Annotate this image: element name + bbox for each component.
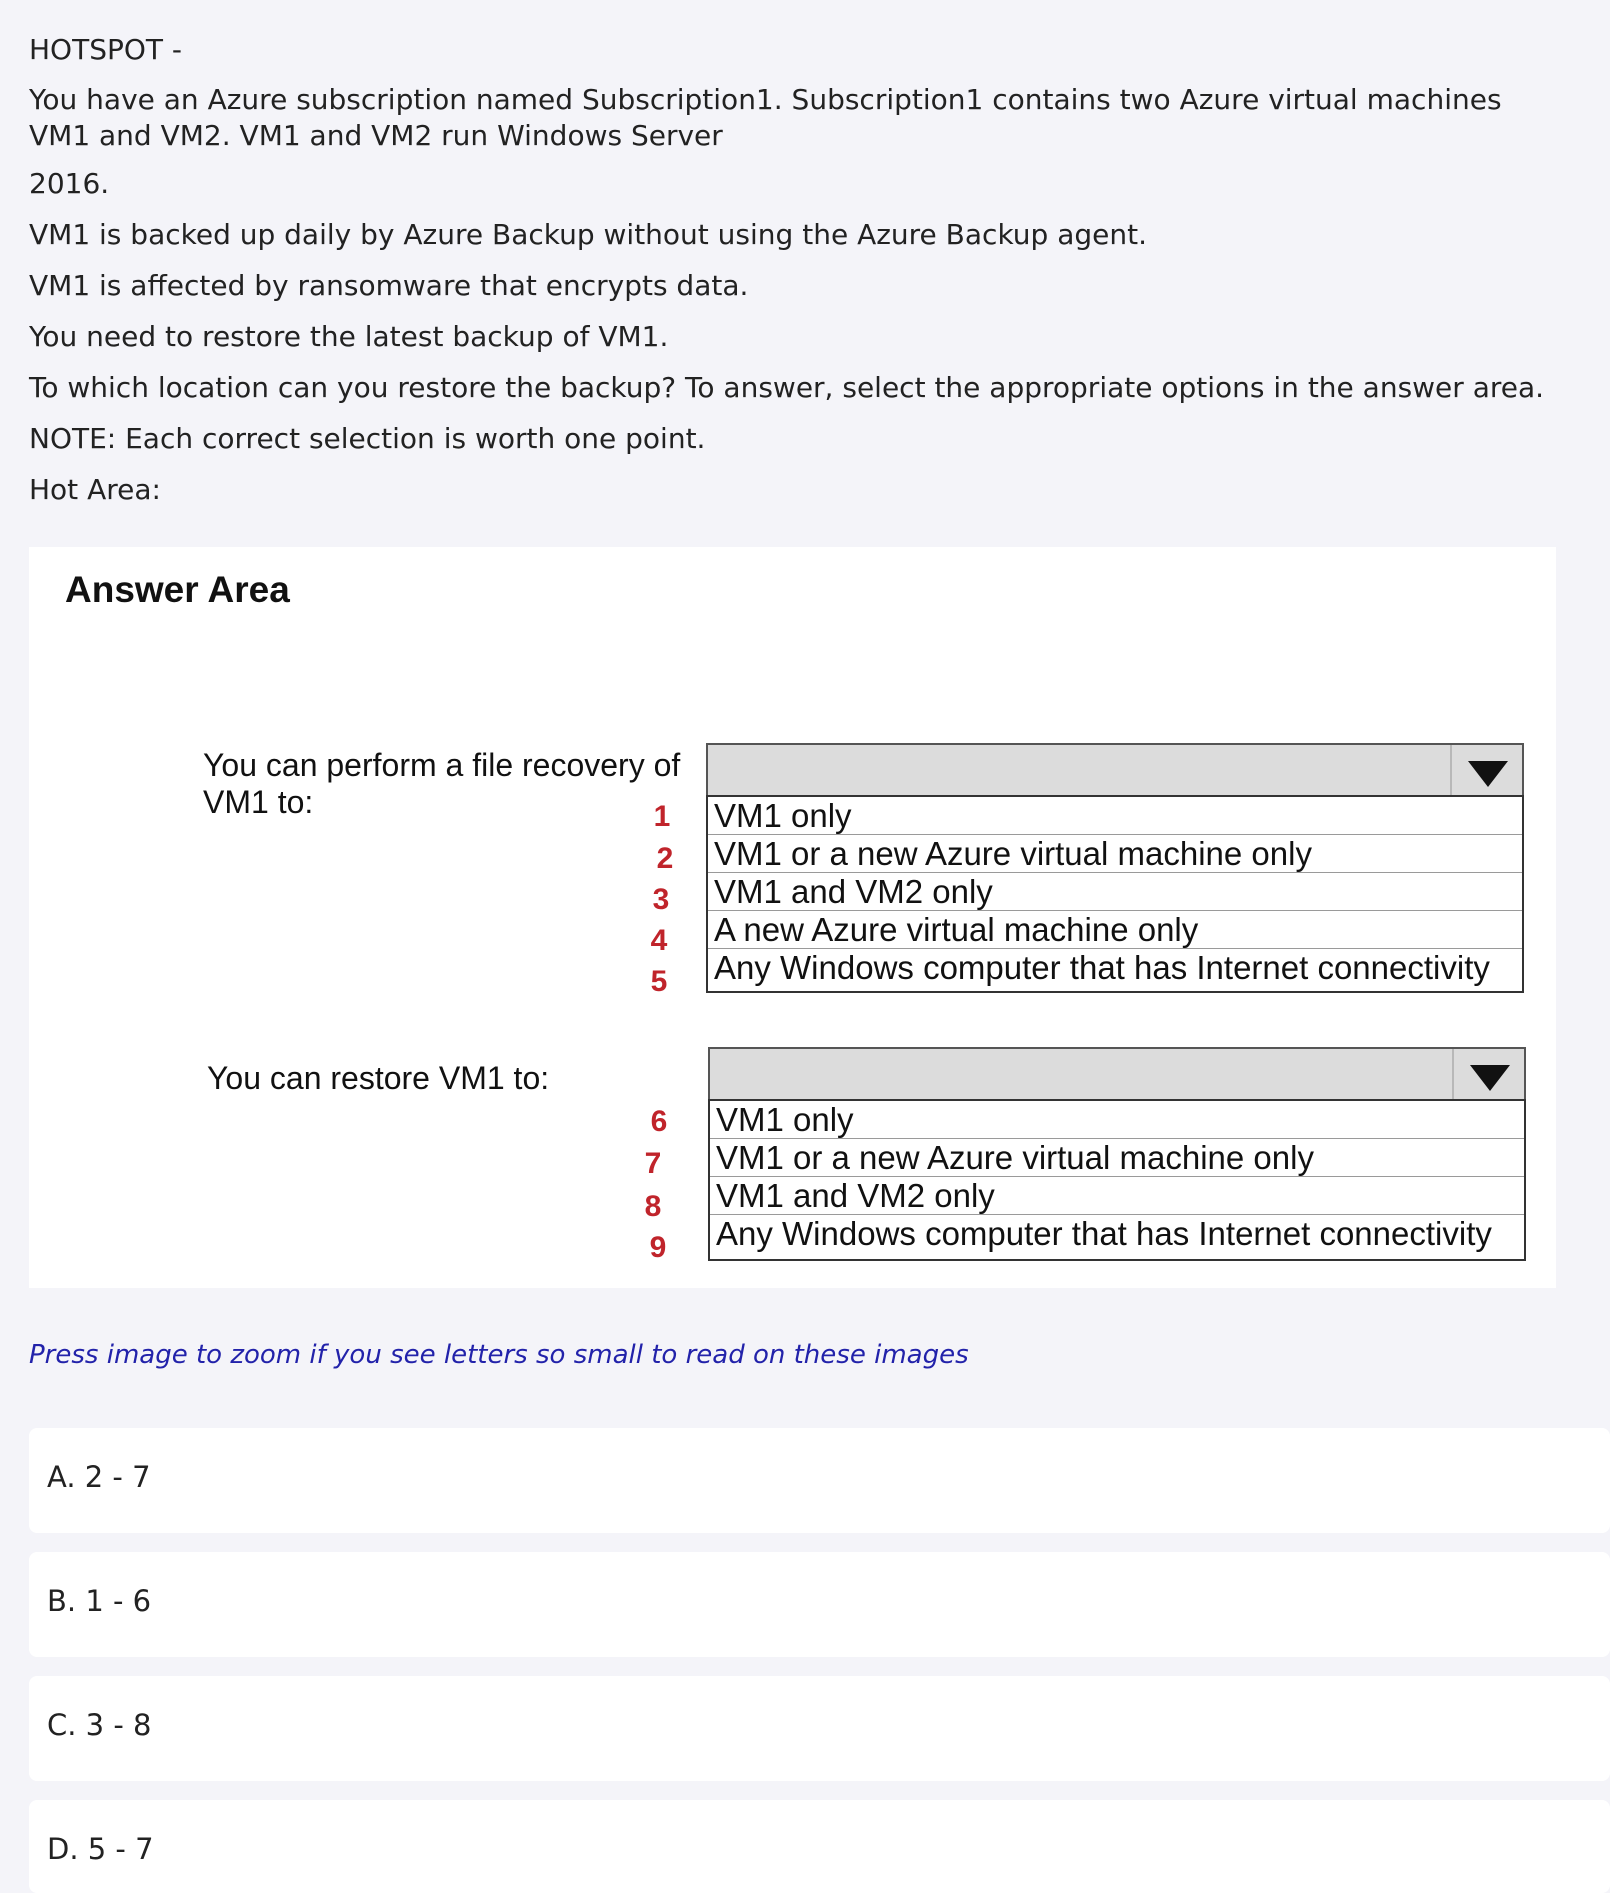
dropdown-option[interactable]: VM1 and VM2 only xyxy=(710,1177,1524,1215)
statement-1-line-1: You can perform a file recovery of xyxy=(203,747,681,783)
choice-label: A. 2 - 7 xyxy=(47,1460,151,1494)
question-paragraph: VM1 is backed up daily by Azure Backup w… xyxy=(29,218,1148,251)
dropdown-option[interactable]: VM1 or a new Azure virtual machine only xyxy=(708,835,1522,873)
dropdown-option[interactable]: VM1 only xyxy=(710,1101,1524,1139)
question-paragraph: To which location can you restore the ba… xyxy=(29,371,1545,404)
question-header: HOTSPOT - xyxy=(29,33,183,66)
question-note: NOTE: Each correct selection is worth on… xyxy=(29,422,706,455)
statement-2-dropdown[interactable] xyxy=(708,1047,1526,1101)
dropdown-option[interactable]: Any Windows computer that has Internet c… xyxy=(710,1215,1524,1253)
dropdown-option[interactable]: VM1 and VM2 only xyxy=(708,873,1522,911)
statement-1-options: VM1 only VM1 or a new Azure virtual mach… xyxy=(706,795,1524,993)
option-number: 5 xyxy=(650,965,668,998)
answer-area-title: Answer Area xyxy=(65,569,290,610)
statement-2-text: You can restore VM1 to: xyxy=(207,1060,550,1096)
option-number: 8 xyxy=(644,1190,662,1223)
option-number: 2 xyxy=(656,842,674,875)
answer-choice-c[interactable]: C. 3 - 8 xyxy=(29,1676,1610,1781)
dropdown-option[interactable]: VM1 or a new Azure virtual machine only xyxy=(710,1139,1524,1177)
option-number: 9 xyxy=(649,1231,667,1264)
answer-choice-b[interactable]: B. 1 - 6 xyxy=(29,1552,1610,1657)
option-number: 3 xyxy=(652,883,670,916)
statement-2-options: VM1 only VM1 or a new Azure virtual mach… xyxy=(708,1099,1526,1261)
choice-label: C. 3 - 8 xyxy=(47,1708,152,1742)
answer-area-image[interactable]: Answer Area You can perform a file recov… xyxy=(29,547,1556,1288)
question-paragraph: 2016. xyxy=(29,167,110,200)
option-number: 7 xyxy=(644,1147,662,1180)
statement-1-line-2: VM1 to: xyxy=(203,784,314,820)
dropdown-option[interactable]: VM1 only xyxy=(708,797,1522,835)
dropdown-divider xyxy=(1450,745,1452,795)
dropdown-option[interactable]: A new Azure virtual machine only xyxy=(708,911,1522,949)
question-paragraph: VM1 is affected by ransomware that encry… xyxy=(29,269,749,302)
zoom-hint: Press image to zoom if you see letters s… xyxy=(29,1340,969,1370)
option-number: 6 xyxy=(650,1105,668,1138)
hot-area-label: Hot Area: xyxy=(29,473,161,506)
choice-label: B. 1 - 6 xyxy=(47,1584,152,1618)
choice-label: D. 5 - 7 xyxy=(47,1832,154,1866)
option-number: 4 xyxy=(650,924,668,957)
question-paragraph: You need to restore the latest backup of… xyxy=(29,320,669,353)
dropdown-arrow-icon[interactable] xyxy=(1470,1065,1510,1091)
answer-choice-d[interactable]: D. 5 - 7 xyxy=(29,1800,1610,1893)
dropdown-divider xyxy=(1452,1049,1454,1099)
dropdown-arrow-icon[interactable] xyxy=(1468,761,1508,787)
option-number: 1 xyxy=(653,800,671,833)
answer-choice-a[interactable]: A. 2 - 7 xyxy=(29,1428,1610,1533)
question-paragraph: You have an Azure subscription named Sub… xyxy=(29,83,1502,152)
statement-1-dropdown[interactable] xyxy=(706,743,1524,797)
dropdown-option[interactable]: Any Windows computer that has Internet c… xyxy=(708,949,1522,987)
